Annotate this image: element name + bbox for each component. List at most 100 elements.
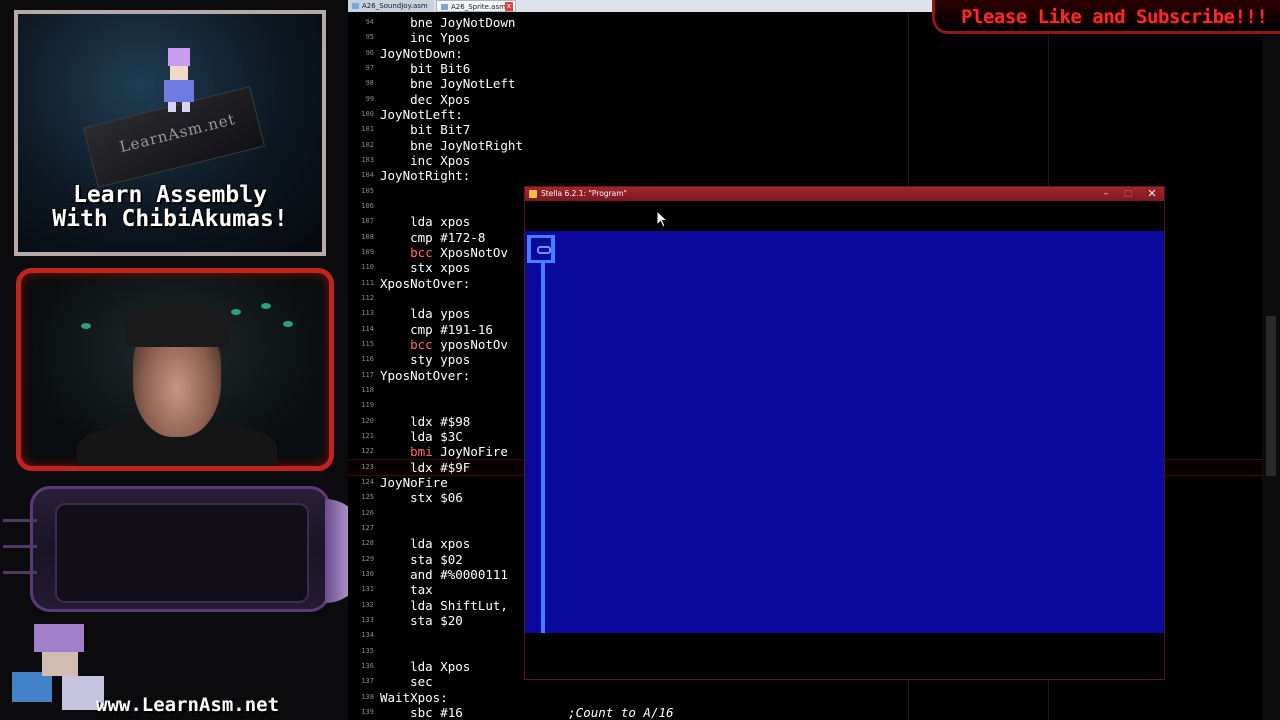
code-line[interactable]: WaitXpos:: [380, 690, 448, 705]
tab-a26-sprite[interactable]: A26_Sprite.asm x: [436, 0, 516, 12]
stella-titlebar[interactable]: Stella 6.2.1: "Program" – □ ✕: [525, 187, 1164, 201]
code-line[interactable]: cmp #172-8: [380, 230, 485, 245]
code-label: WaitXpos:: [380, 689, 448, 705]
line-number: 104: [361, 171, 374, 180]
webcam-light: [283, 321, 293, 327]
code-line[interactable]: lda $3C: [380, 429, 463, 444]
code-token: sec: [380, 674, 433, 690]
code-line[interactable]: lda ypos: [380, 306, 470, 321]
close-button[interactable]: ✕: [1141, 187, 1163, 201]
code-line[interactable]: bcc yposNotOv: [380, 337, 508, 352]
stella-app-icon: [529, 190, 537, 198]
code-line[interactable]: inc Xpos: [380, 153, 470, 168]
branch-instruction: bmi: [410, 444, 433, 460]
code-line[interactable]: lda Xpos: [380, 659, 470, 674]
promo-board-text: LearnAsm.net: [117, 109, 238, 157]
player-sprite: [527, 235, 555, 263]
line-number: 117: [361, 370, 374, 379]
line-number: 134: [361, 631, 374, 640]
vertical-scrollbar[interactable]: [1262, 36, 1280, 720]
line-number: 118: [361, 385, 374, 394]
code-comment: ;Count to A/16: [462, 704, 674, 720]
code-line[interactable]: stx xpos: [380, 260, 470, 275]
line-number: 137: [361, 677, 374, 686]
mouse-pointer-icon: [656, 210, 669, 228]
code-line[interactable]: YposNotOver:: [380, 368, 470, 383]
code-line[interactable]: bne JoyNotRight: [380, 138, 523, 153]
code-line[interactable]: and #%0000111: [380, 567, 508, 582]
code-line[interactable]: XposNotOver:: [380, 276, 470, 291]
code-token: lda xpos: [380, 214, 471, 230]
code-line[interactable]: sbc #16 ;Count to A/16: [380, 704, 674, 720]
line-number: 119: [361, 401, 374, 410]
line-number: 109: [361, 247, 374, 256]
line-number: 95: [365, 33, 374, 42]
stream-overlay-panel: LearnAsm.net Learn Assembly With ChibiAk…: [0, 0, 348, 720]
code-line[interactable]: bcc XposNotOv: [380, 245, 508, 260]
code-line[interactable]: bmi JoyNoFire: [380, 444, 508, 459]
line-number: 108: [361, 232, 374, 241]
code-line[interactable]: sec: [380, 674, 433, 689]
code-line[interactable]: lda ShiftLut,: [380, 598, 508, 613]
code-label: JoyNotRight:: [380, 168, 471, 184]
code-line[interactable]: sta $02: [380, 552, 463, 567]
line-number: 122: [361, 447, 374, 456]
code-token: lda ShiftLut,: [380, 597, 508, 613]
promo-title-line2: With ChibiAkumas!: [52, 206, 288, 232]
code-line[interactable]: stx $06: [380, 490, 463, 505]
code-line[interactable]: bit Bit6: [380, 61, 470, 76]
code-line[interactable]: ldx #$9F: [380, 460, 470, 475]
line-number: 105: [361, 186, 374, 195]
code-token: stx $06: [380, 490, 463, 506]
code-token: XposNotOv: [432, 244, 508, 260]
code-line[interactable]: dec Xpos: [380, 92, 470, 107]
code-line[interactable]: lda xpos: [380, 214, 470, 229]
code-token: and #%0000111: [380, 566, 508, 582]
branch-instruction: bcc: [410, 336, 433, 352]
code-line[interactable]: JoyNotRight:: [380, 168, 470, 183]
code-token: JoyNoFire: [432, 444, 508, 460]
stella-window-title: Stella 6.2.1: "Program": [541, 189, 628, 198]
code-token: ldx #$98: [380, 413, 471, 429]
code-label: JoyNotDown:: [380, 45, 463, 61]
line-number: 107: [361, 217, 374, 226]
scrollbar-thumb[interactable]: [1266, 316, 1276, 476]
line-number: 96: [365, 48, 374, 57]
code-line[interactable]: sta $20: [380, 613, 463, 628]
code-line[interactable]: cmp #191-16: [380, 322, 493, 337]
code-token: sty ypos: [380, 352, 471, 368]
tab-close-icon[interactable]: x: [505, 2, 513, 11]
code-token: stx xpos: [380, 260, 471, 276]
line-number: 133: [361, 615, 374, 624]
stella-emulator-window[interactable]: Stella 6.2.1: "Program" – □ ✕: [524, 186, 1165, 680]
code-token: tax: [380, 582, 433, 598]
code-line[interactable]: JoyNotLeft:: [380, 107, 463, 122]
webcam-light: [81, 323, 91, 329]
decorative-tube-frame: [3, 486, 348, 612]
code-line[interactable]: JoyNoFire: [380, 475, 448, 490]
branch-instruction: bcc: [410, 244, 433, 260]
line-number: 139: [361, 707, 374, 716]
minimize-button[interactable]: –: [1095, 187, 1117, 201]
code-line[interactable]: tax: [380, 582, 433, 597]
line-number: 113: [361, 309, 374, 318]
code-line[interactable]: bne JoyNotLeft: [380, 76, 515, 91]
code-token: bne JoyNotRight: [380, 137, 523, 153]
code-line[interactable]: sty ypos: [380, 352, 470, 367]
maximize-button[interactable]: □: [1117, 187, 1139, 201]
code-line[interactable]: bne JoyNotDown: [380, 15, 515, 30]
code-line[interactable]: ldx #$98: [380, 414, 470, 429]
code-line[interactable]: JoyNotDown:: [380, 46, 463, 61]
code-token: lda xpos: [380, 536, 471, 552]
code-line[interactable]: bit Bit7: [380, 122, 470, 137]
code-line[interactable]: inc Ypos: [380, 30, 470, 45]
code-token: bne JoyNotLeft: [380, 76, 516, 92]
webcam-light: [261, 303, 271, 309]
line-number: 110: [361, 263, 374, 272]
code-line[interactable]: lda xpos: [380, 536, 470, 551]
atari-playfield[interactable]: [525, 231, 1164, 633]
webcam-light: [231, 309, 241, 315]
line-number: 125: [361, 493, 374, 502]
